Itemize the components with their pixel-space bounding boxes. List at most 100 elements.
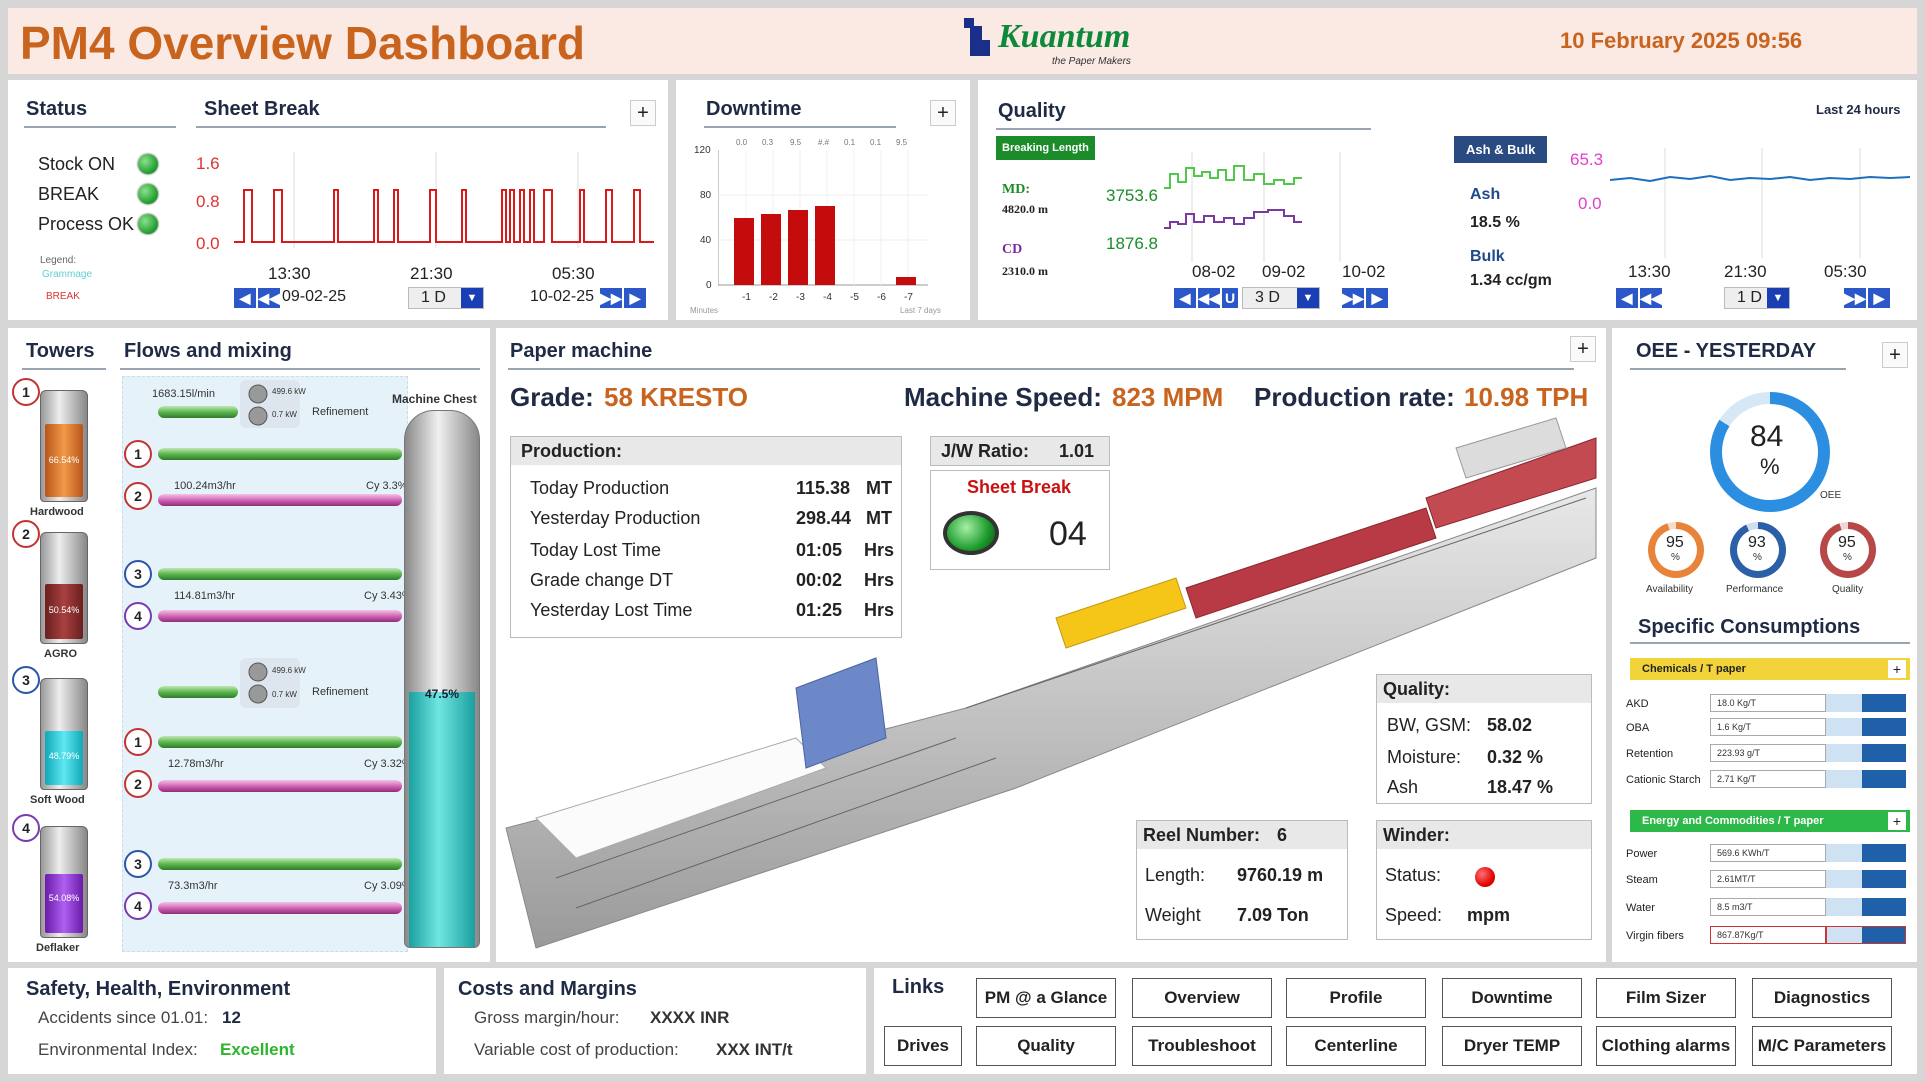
chem-value: 2.71 Kg/T	[1710, 770, 1826, 788]
flow-number: 4	[124, 892, 152, 920]
reel-length-label: Length:	[1145, 865, 1206, 885]
link-quality[interactable]: Quality	[976, 1026, 1116, 1066]
env-index-value: Excellent	[220, 1040, 295, 1059]
chem-bar	[1826, 718, 1906, 736]
link-drives[interactable]: Drives	[884, 1026, 962, 1066]
refiner2-pipe	[158, 686, 238, 698]
downtime-chart	[718, 150, 928, 286]
link-troubleshoot[interactable]: Troubleshoot	[1132, 1026, 1272, 1066]
accidents-value: 12	[222, 1008, 241, 1027]
bl-update-button[interactable]: U	[1222, 288, 1238, 308]
bl-x-tick: 09-02	[1262, 262, 1306, 281]
oee-title: OEE - YESTERDAY	[1636, 340, 1817, 362]
costs-title: Costs and Margins	[458, 978, 637, 1000]
tower-name: AGRO	[44, 648, 77, 660]
ab-x-tick: 13:30	[1628, 262, 1671, 281]
winder-speed-label: Speed:	[1385, 905, 1443, 925]
energy-value: 2.61MT/T	[1710, 870, 1826, 888]
link-mc-parameters[interactable]: M/C Parameters	[1752, 1026, 1892, 1066]
link-overview[interactable]: Overview	[1132, 978, 1272, 1018]
bl-next-fast-button[interactable]: ▶▶	[1342, 288, 1364, 308]
ash-series-line	[1610, 174, 1910, 183]
energy-bar	[1826, 844, 1906, 862]
bl-x-tick: 10-02	[1342, 262, 1386, 281]
status-item-break: BREAK	[38, 184, 100, 204]
status-panel: Status Sheet Break + Stock ON BREAK Proc…	[8, 80, 668, 320]
tower-name: Hardwood	[30, 506, 84, 518]
link-dryer-temp[interactable]: Dryer TEMP	[1442, 1026, 1582, 1066]
towers-flows-panel: Towers Flows and mixing 1 66.54% Hardwoo…	[8, 328, 490, 962]
gross-margin-label: Gross margin/hour:	[474, 1008, 620, 1027]
machine-speed-value: 823 MPM	[1112, 382, 1224, 412]
sheet-break-status-icon	[943, 511, 999, 555]
reel-number-value: 6	[1277, 825, 1288, 845]
pm-quality-label: BW, GSM:	[1387, 715, 1472, 735]
paper-machine-add-button[interactable]: +	[1570, 336, 1596, 362]
energy-label: Water	[1626, 902, 1655, 914]
link-diagnostics[interactable]: Diagnostics	[1752, 978, 1892, 1018]
chemicals-add-button[interactable]: +	[1888, 660, 1906, 678]
pm-quality-label: Ash	[1387, 777, 1419, 797]
downtime-add-button[interactable]: +	[930, 100, 956, 126]
oee-add-button[interactable]: +	[1882, 342, 1908, 368]
sheet-break-count: 04	[1049, 515, 1087, 553]
bl-x-tick: 08-02	[1192, 262, 1236, 281]
link-downtime[interactable]: Downtime	[1442, 978, 1582, 1018]
sheet-break-x-tick: 05:30	[552, 264, 595, 283]
refiner1-pipe	[158, 406, 238, 418]
ab-range-value: 1 D	[1737, 289, 1762, 306]
link-clothing-alarms[interactable]: Clothing alarms	[1596, 1026, 1736, 1066]
ab-prev-button[interactable]: ◀	[1616, 288, 1638, 308]
towers-title: Towers	[26, 340, 95, 362]
bl-range-select[interactable]: 3 D ▼	[1242, 287, 1320, 309]
refiner2-kw2: 0.7 kW	[272, 690, 297, 699]
link-film-sizer-system[interactable]: Film Sizer System	[1596, 978, 1736, 1045]
downtime-bar	[896, 277, 916, 285]
sheet-break-add-button[interactable]: +	[630, 100, 656, 126]
ab-prev-fast-button[interactable]: ◀◀	[1640, 288, 1662, 308]
link-pm-at-a-glance[interactable]: PM @ a Glance	[976, 978, 1116, 1018]
ab-y-tick: 65.3	[1570, 150, 1604, 169]
sheet-break-next-button[interactable]: ▶	[624, 288, 646, 308]
link-profile[interactable]: Profile	[1286, 978, 1426, 1018]
production-row-value: 01:25	[796, 600, 843, 620]
sheet-break-prev-fast-button[interactable]: ◀◀	[258, 288, 280, 308]
production-row-unit: Hrs	[864, 540, 895, 560]
sheet-break-y-tick: 0.8	[196, 192, 220, 211]
chevron-down-icon: ▼	[1297, 288, 1319, 308]
production-row-value: 01:05	[796, 540, 843, 560]
energy-add-button[interactable]: +	[1888, 812, 1906, 830]
flows-title: Flows and mixing	[124, 340, 292, 362]
ab-next-button[interactable]: ▶	[1868, 288, 1890, 308]
sheet-break-range-select[interactable]: 1 D ▼	[408, 287, 484, 309]
oee-unit: %	[1760, 454, 1780, 479]
flow-value: 100.24m3/hr	[174, 480, 236, 492]
ab-next-fast-button[interactable]: ▶▶	[1844, 288, 1866, 308]
ab-range-select[interactable]: 1 D ▼	[1724, 287, 1790, 309]
sheet-break-prev-button[interactable]: ◀	[234, 288, 256, 308]
bl-prev-fast-button[interactable]: ◀◀	[1198, 288, 1220, 308]
availability-label: Availability	[1646, 584, 1694, 595]
downtime-top-label: #.#	[818, 138, 830, 147]
company-logo: Kuantum the Paper Makers	[960, 14, 1170, 70]
reel-weight-value: 7.09 Ton	[1237, 905, 1309, 925]
grade-label: Grade:	[510, 382, 594, 412]
flow-pipe	[158, 858, 402, 870]
bl-next-button[interactable]: ▶	[1366, 288, 1388, 308]
production-row-unit: MT	[866, 508, 892, 528]
breaking-length-chart	[1164, 152, 1341, 262]
links-panel: Links PM @ a Glance Overview Profile Dow…	[874, 968, 1917, 1074]
downtime-x-caption-left: Minutes	[690, 306, 719, 315]
bl-prev-button[interactable]: ◀	[1174, 288, 1196, 308]
bl-range-value: 3 D	[1255, 289, 1280, 306]
process-ok-indicator-icon	[138, 214, 158, 234]
sheet-break-box-label: Sheet Break	[967, 477, 1072, 497]
link-centerline[interactable]: Centerline	[1286, 1026, 1426, 1066]
sheet-break-next-fast-button[interactable]: ▶▶	[600, 288, 622, 308]
pm-quality-label: Moisture:	[1387, 747, 1462, 767]
machine-chest-pct: 47.5%	[424, 687, 460, 701]
links-title: Links	[892, 976, 945, 998]
top-flow-value: 1683.15l/min	[152, 388, 215, 400]
tower-name: Deflaker	[36, 942, 80, 954]
refiner2-kw1: 499.6 kW	[272, 666, 306, 675]
